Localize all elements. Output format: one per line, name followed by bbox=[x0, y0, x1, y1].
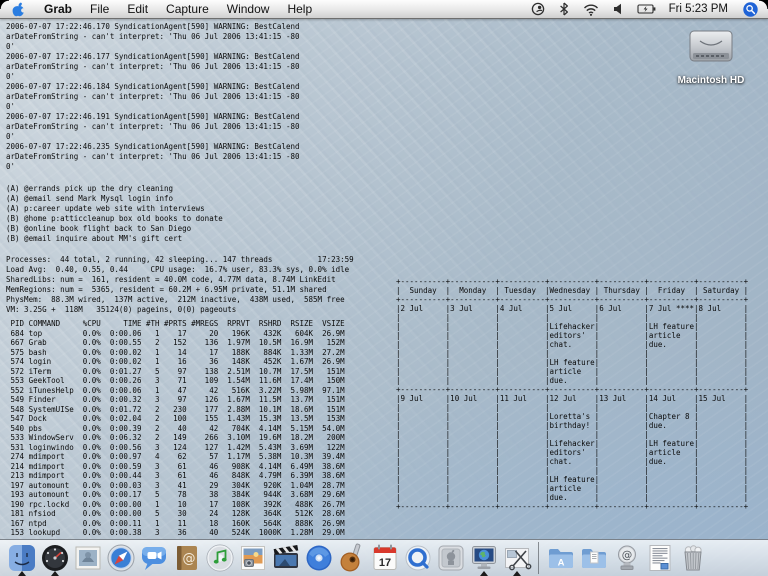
volume-menu-icon[interactable] bbox=[606, 0, 630, 19]
apple-logo-icon bbox=[12, 2, 25, 17]
dock-safari-icon[interactable] bbox=[104, 542, 137, 575]
dock-imovie-icon[interactable] bbox=[269, 542, 302, 575]
menu-help[interactable]: Help bbox=[278, 0, 321, 19]
menu-edit[interactable]: Edit bbox=[118, 0, 157, 19]
user-switching-menu-icon[interactable] bbox=[524, 0, 552, 19]
dock-iphoto-icon[interactable] bbox=[236, 542, 269, 575]
dock: @ bbox=[0, 539, 768, 576]
desktop-icon-label: Macintosh HD bbox=[666, 75, 756, 86]
spotlight-menu-icon[interactable] bbox=[736, 0, 768, 19]
dock-activity-report-icon[interactable] bbox=[643, 542, 676, 575]
dock-internet-location-icon[interactable]: @ bbox=[610, 542, 643, 575]
dock-quicktime-icon[interactable] bbox=[401, 542, 434, 575]
dock-trash-icon[interactable] bbox=[676, 542, 709, 575]
desktop: Grab File Edit Capture Window Help bbox=[0, 0, 768, 576]
geeklet-process-table: PID COMMAND %CPU TIME #TH #PRTS #MREGS R… bbox=[6, 319, 345, 538]
dock-grab-icon[interactable] bbox=[500, 542, 533, 575]
svg-text:A: A bbox=[557, 558, 564, 569]
menu-grab[interactable]: Grab bbox=[35, 0, 81, 19]
menu-file[interactable]: File bbox=[81, 0, 118, 19]
menu-bar-clock[interactable]: Fri 5:23 PM bbox=[663, 3, 736, 15]
running-indicator bbox=[480, 571, 488, 576]
geeklet-system-log: 2006-07-07 17:22:46.170 SyndicationAgent… bbox=[6, 22, 300, 172]
menu-capture[interactable]: Capture bbox=[157, 0, 218, 19]
apple-menu[interactable] bbox=[0, 2, 35, 17]
geeklet-todo-list: (A) @errands pick up the dry cleaning (A… bbox=[6, 184, 223, 244]
geeklet-top-summary: Processes: 44 total, 2 running, 42 sleep… bbox=[6, 255, 354, 315]
hard-drive-icon bbox=[682, 28, 740, 68]
dock-system-preferences-icon[interactable] bbox=[434, 542, 467, 575]
dock-documents-folder-icon[interactable] bbox=[577, 542, 610, 575]
geeklet-calendar: +----------+----------+----------+------… bbox=[396, 277, 748, 511]
svg-text:17: 17 bbox=[378, 557, 390, 569]
bluetooth-menu-icon[interactable] bbox=[552, 0, 576, 19]
dock-mail-icon[interactable] bbox=[71, 542, 104, 575]
dock-itunes-icon[interactable] bbox=[203, 542, 236, 575]
running-indicator bbox=[18, 571, 26, 576]
battery-menu-icon[interactable] bbox=[630, 0, 663, 19]
running-indicator bbox=[513, 571, 521, 576]
airport-wifi-menu-icon[interactable] bbox=[576, 0, 606, 19]
dock-idvd-icon[interactable] bbox=[302, 542, 335, 575]
dock-iterm-icon[interactable] bbox=[467, 542, 500, 575]
dock-applications-folder-icon[interactable]: A bbox=[544, 542, 577, 575]
dock-address-book-icon[interactable]: @ bbox=[170, 542, 203, 575]
dock-ichat-icon[interactable] bbox=[137, 542, 170, 575]
menu-bar: Grab File Edit Capture Window Help bbox=[0, 0, 768, 19]
dock-garageband-icon[interactable] bbox=[335, 542, 368, 575]
desktop-icon-macintosh-hd[interactable]: Macintosh HD bbox=[666, 28, 756, 86]
running-indicator bbox=[51, 571, 59, 576]
menu-window[interactable]: Window bbox=[218, 0, 279, 19]
dock-finder-icon[interactable] bbox=[5, 542, 38, 575]
svg-text:@: @ bbox=[182, 552, 195, 567]
svg-text:@: @ bbox=[621, 550, 632, 562]
dock-ical-icon[interactable]: 17 bbox=[368, 542, 401, 575]
dock-divider bbox=[538, 542, 539, 574]
dock-dashboard-icon[interactable] bbox=[38, 542, 71, 575]
